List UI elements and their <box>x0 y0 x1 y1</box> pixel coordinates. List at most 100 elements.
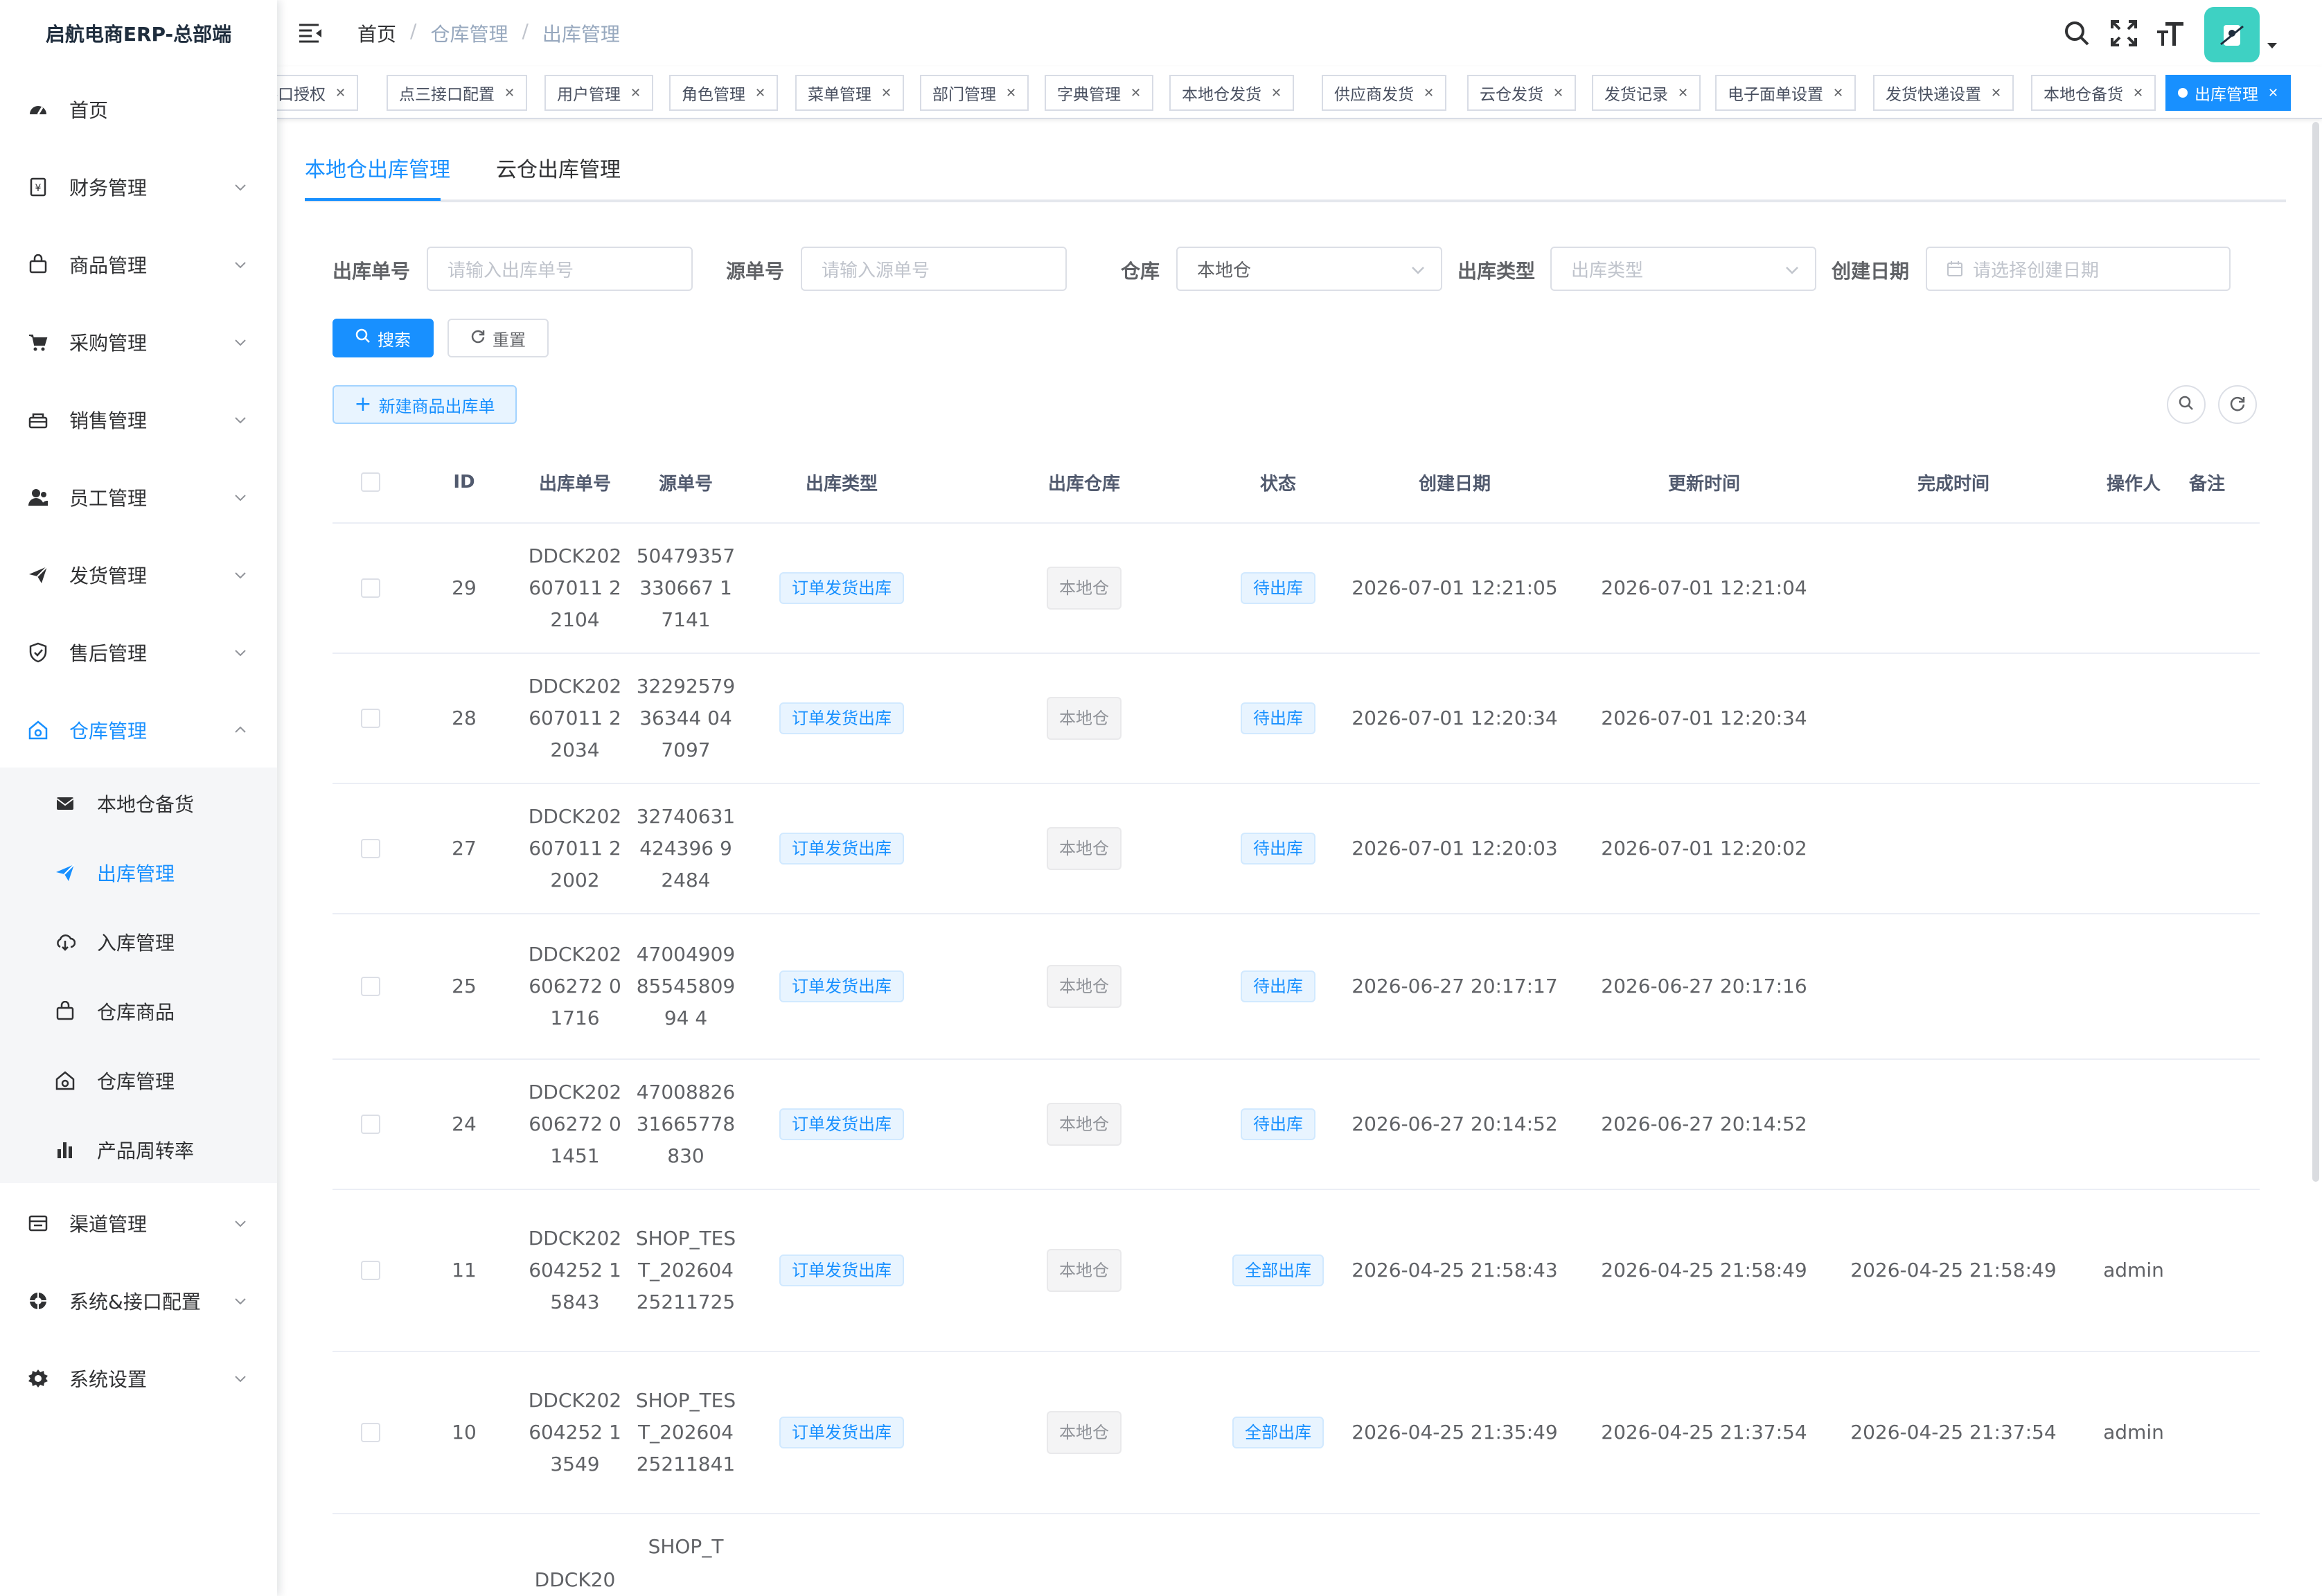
close-icon[interactable]: ✕ <box>504 86 515 100</box>
status-badge: 待出库 <box>1241 1108 1315 1140</box>
search-button[interactable]: 搜索 <box>333 319 434 357</box>
tab-cloud-outbound[interactable]: 云仓出库管理 <box>496 154 621 200</box>
breadcrumb-home[interactable]: 首页 <box>357 19 396 47</box>
refresh-icon <box>2229 395 2246 414</box>
cell-updated: 2026-06-27 20:14:52 <box>1601 1112 1807 1135</box>
close-icon[interactable]: ✕ <box>1991 86 2001 100</box>
tag-7[interactable]: 本地仓发货 ✕ <box>1169 75 1295 111</box>
hamburger-icon[interactable] <box>298 21 323 46</box>
table-row[interactable]: 24 DDCK202606272 01451 4700882631665778830… <box>333 1058 2260 1189</box>
sidebar-subitem-4[interactable]: 仓库管理 <box>0 1046 277 1115</box>
cell-operator <box>2078 654 2189 783</box>
row-checkbox[interactable] <box>361 1261 380 1280</box>
tag-2[interactable]: 用户管理 ✕ <box>544 75 654 111</box>
tag-13[interactable]: 本地仓备货 ✕ <box>2031 75 2156 111</box>
search-icon[interactable] <box>2062 18 2092 48</box>
close-icon[interactable]: ✕ <box>1271 86 1282 100</box>
close-icon[interactable]: ✕ <box>2133 86 2143 100</box>
status-badge: 全部出库 <box>1232 1254 1324 1286</box>
chevron-down-icon <box>233 335 248 350</box>
font-size-icon[interactable] <box>2156 18 2186 48</box>
avatar[interactable] <box>2204 7 2260 62</box>
tag-10[interactable]: 发货记录 ✕ <box>1592 75 1701 111</box>
table-row[interactable]: 25 DDCK202606272 01716 470049098554580994 … <box>333 913 2260 1058</box>
page-scrollbar[interactable] <box>2312 122 2319 1182</box>
sidebar-item-7[interactable]: 售后管理 <box>0 618 277 687</box>
sidebar-item-2[interactable]: 商品管理 <box>0 230 277 299</box>
close-icon[interactable]: ✕ <box>335 86 346 100</box>
row-checkbox[interactable] <box>361 709 380 728</box>
table-row[interactable]: 28 DDCK202607011 22034 3229257936344 04709… <box>333 653 2260 783</box>
sidebar-subitem-0[interactable]: 本地仓备货 <box>0 769 277 838</box>
row-checkbox[interactable] <box>361 1423 380 1442</box>
sidebar-item-5[interactable]: 员工管理 <box>0 463 277 532</box>
source-no-input[interactable]: 请输入源单号 <box>801 247 1067 291</box>
select-all-checkbox[interactable] <box>361 472 380 492</box>
tag-12[interactable]: 发货快递设置 ✕ <box>1873 75 2014 111</box>
fullscreen-icon[interactable] <box>2109 18 2139 48</box>
refresh-table-button[interactable] <box>2218 385 2257 424</box>
close-icon[interactable]: ✕ <box>881 86 892 100</box>
row-checkbox[interactable] <box>361 578 380 598</box>
sidebar-item-label: 系统设置 <box>69 1368 148 1391</box>
sidebar-item-label: 发货管理 <box>69 565 148 587</box>
sidebar-item-10[interactable]: 系统&接口配置 <box>0 1266 277 1336</box>
table-row[interactable]: 27 DDCK202607011 22002 32740631424396 9248… <box>333 783 2260 913</box>
tag-6[interactable]: 字典管理 ✕ <box>1045 75 1154 111</box>
sidebar-item-label: 财务管理 <box>69 177 148 200</box>
close-icon[interactable]: ✕ <box>1678 86 1688 100</box>
sidebar-subitem-1[interactable]: 出库管理 <box>0 838 277 907</box>
tag-5[interactable]: 部门管理 ✕ <box>920 75 1029 111</box>
tag-4[interactable]: 菜单管理 ✕ <box>795 75 905 111</box>
reset-button[interactable]: 重置 <box>447 319 549 357</box>
tag-1[interactable]: 点三接口配置 ✕ <box>387 75 528 111</box>
table-row[interactable]: DDCK20 SHOP_T <box>333 1513 2260 1596</box>
close-icon[interactable]: ✕ <box>1131 86 1141 100</box>
toggle-search-button[interactable] <box>2167 385 2206 424</box>
sidebar-item-9[interactable]: 渠道管理 <box>0 1189 277 1258</box>
close-icon[interactable]: ✕ <box>630 86 641 100</box>
table-row[interactable]: 11 DDCK202604252 15843 SHOP_TEST_202604252… <box>333 1189 2260 1351</box>
close-icon[interactable]: ✕ <box>1553 86 1563 100</box>
sidebar-item-6[interactable]: 发货管理 <box>0 540 277 610</box>
close-icon[interactable]: ✕ <box>1006 86 1016 100</box>
close-icon[interactable]: ✕ <box>755 86 765 100</box>
cell-created: 2026-06-27 20:17:17 <box>1351 975 1558 998</box>
outbound-no-input[interactable]: 请输入出库单号 <box>427 247 693 291</box>
cell-outbound-no: DDCK202607011 22104 <box>520 524 630 653</box>
row-checkbox[interactable] <box>361 839 380 858</box>
source-no-text: 3229257936344 047097 <box>636 675 736 761</box>
breadcrumb-warehouse: 仓库管理 <box>430 23 508 46</box>
create-outbound-button[interactable]: + 新建商品出库单 <box>333 385 517 424</box>
sidebar-subitem-3[interactable]: 仓库商品 <box>0 977 277 1046</box>
out-type-select[interactable]: 出库类型 <box>1550 247 1816 291</box>
table-row[interactable]: 29 DDCK202607011 22104 50479357330667 1714… <box>333 522 2260 653</box>
close-icon[interactable]: ✕ <box>1833 86 1843 100</box>
tag-0[interactable]: 接口授权 ✕ <box>277 75 359 111</box>
table-row[interactable]: 10 DDCK202604252 13549 SHOP_TEST_202604252… <box>333 1351 2260 1513</box>
sidebar-subitem-2[interactable]: 入库管理 <box>0 907 277 977</box>
sidebar-item-8[interactable]: 仓库管理 <box>0 695 277 765</box>
tag-11[interactable]: 电子面单设置 ✕ <box>1715 75 1856 111</box>
tag-14[interactable]: 出库管理 ✕ <box>2165 75 2292 111</box>
tag-8[interactable]: 供应商发货 ✕ <box>1322 75 1447 111</box>
sidebar-item-11[interactable]: 系统设置 <box>0 1344 277 1413</box>
tag-3[interactable]: 角色管理 ✕ <box>669 75 779 111</box>
sidebar-item-3[interactable]: 采购管理 <box>0 308 277 377</box>
tag-9[interactable]: 云仓发货 ✕ <box>1467 75 1577 111</box>
warehouse-select[interactable]: 本地仓 <box>1176 247 1442 291</box>
cell-outbound-type: 订单发货出库 <box>741 784 942 913</box>
sidebar-subitem-5[interactable]: 产品周转率 <box>0 1115 277 1185</box>
created-date-picker[interactable]: 请选择创建日期 <box>1926 247 2231 291</box>
sidebar-item-4[interactable]: 销售管理 <box>0 385 277 454</box>
sidebar-item-1[interactable]: ¥ 财务管理 <box>0 152 277 222</box>
close-icon[interactable]: ✕ <box>1424 86 1434 100</box>
cloud-download-icon <box>54 931 76 953</box>
tab-local-outbound[interactable]: 本地仓出库管理 <box>305 154 450 200</box>
close-icon[interactable]: ✕ <box>2268 86 2278 100</box>
cell-outbound-no: DDCK202606272 01451 <box>520 1060 630 1189</box>
row-checkbox[interactable] <box>361 977 380 996</box>
row-checkbox[interactable] <box>361 1115 380 1134</box>
sidebar-item-0[interactable]: 首页 <box>0 75 277 144</box>
chevron-down-icon[interactable] <box>2265 39 2279 53</box>
